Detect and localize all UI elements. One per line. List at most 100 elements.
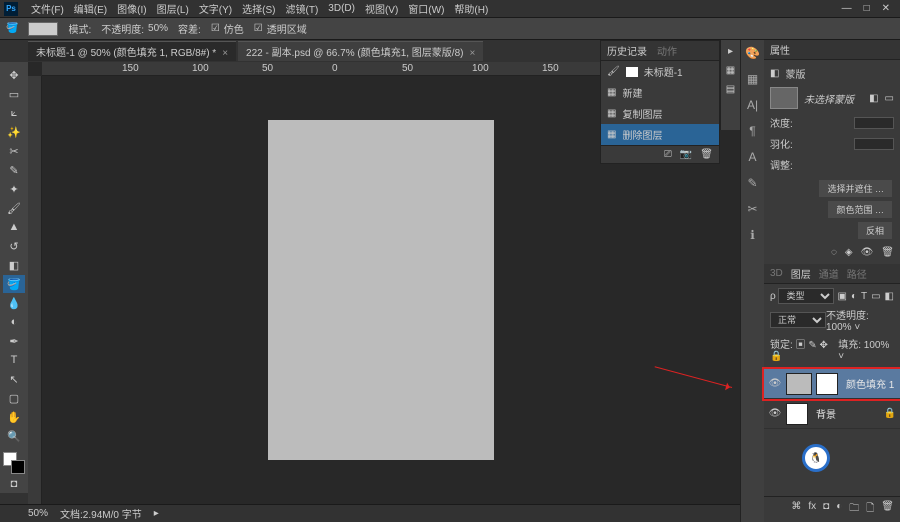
bucket-tool[interactable]: 🪣 xyxy=(3,275,25,293)
layer-opacity-value[interactable]: 100% xyxy=(826,322,852,333)
layer-mask-thumbnail[interactable] xyxy=(816,373,838,395)
actions-tab[interactable]: 动作 xyxy=(657,43,677,58)
filter-type-icon[interactable]: T xyxy=(861,291,867,302)
eyedropper-tool[interactable]: ✎ xyxy=(3,161,25,179)
layer-name[interactable]: 背景 xyxy=(816,406,836,421)
history-snapshot[interactable]: 🖌 未标题-1 xyxy=(601,61,719,82)
wand-tool[interactable]: ✨ xyxy=(3,123,25,141)
channels-tab[interactable]: 通道 xyxy=(819,266,839,281)
layers-tab[interactable]: 图层 xyxy=(791,266,811,281)
doc-tab-1[interactable]: 未标题-1 @ 50% (颜色填充 1, RGB/8#) *× xyxy=(28,41,236,61)
add-mask-icon[interactable]: ◘ xyxy=(823,501,829,518)
menu-help[interactable]: 帮助(H) xyxy=(449,1,493,16)
close-icon[interactable]: ✕ xyxy=(882,3,890,14)
zoom-tool[interactable]: 🔍 xyxy=(3,427,25,445)
select-mask-button[interactable]: 选择并遮住 … xyxy=(819,180,892,197)
strip-paragraph-icon[interactable]: ¶ xyxy=(749,124,755,138)
history-step[interactable]: ▦ 复制图层 xyxy=(601,103,719,124)
strip-char-styles-icon[interactable]: ✎ xyxy=(747,176,757,190)
strip-text-icon[interactable]: A| xyxy=(747,98,758,112)
strip-brush-icon[interactable]: ✂ xyxy=(747,202,757,216)
menu-view[interactable]: 视图(V) xyxy=(360,1,403,16)
opacity-value[interactable]: 50% xyxy=(148,23,168,34)
minimize-icon[interactable]: — xyxy=(842,3,852,14)
marquee-tool[interactable]: ▭ xyxy=(3,85,25,103)
swatches-icon[interactable]: ▦ xyxy=(726,65,735,76)
pen-tool[interactable]: ✒ xyxy=(3,332,25,350)
grid-icon[interactable]: ▤ xyxy=(726,84,735,95)
history-trash-icon[interactable]: 🗑 xyxy=(700,149,713,160)
filter-pixel-icon[interactable]: ▣ xyxy=(837,291,846,302)
close-tab-icon[interactable]: × xyxy=(469,48,475,59)
layer-color-fill[interactable]: 👁 颜色填充 1 xyxy=(764,369,900,399)
transparent-check[interactable]: ☑ 透明区域 xyxy=(254,21,307,36)
invert-button[interactable]: 反相 xyxy=(858,222,892,239)
3d-tab[interactable]: 3D xyxy=(770,268,783,279)
apply-mask-icon[interactable]: ◈ xyxy=(845,247,853,258)
maximize-icon[interactable]: □ xyxy=(864,3,870,14)
color-range-button[interactable]: 颜色范围 … xyxy=(828,201,892,218)
strip-info-icon[interactable]: ℹ xyxy=(750,228,755,242)
delete-layer-icon[interactable]: 🗑 xyxy=(881,501,894,518)
filter-smart-icon[interactable]: ◧ xyxy=(885,291,894,302)
menu-select[interactable]: 选择(S) xyxy=(237,1,280,16)
visibility-icon[interactable]: 👁 xyxy=(768,378,782,389)
mask-thumbnail[interactable] xyxy=(770,87,798,109)
filter-shape-icon[interactable]: ▭ xyxy=(871,291,880,302)
type-tool[interactable]: T xyxy=(3,351,25,369)
close-tab-icon[interactable]: × xyxy=(222,48,228,59)
delete-mask-icon[interactable]: 🗑 xyxy=(881,247,894,258)
disable-mask-icon[interactable]: 👁 xyxy=(861,247,874,258)
strip-character-icon[interactable]: A xyxy=(748,150,756,164)
paths-tab[interactable]: 路径 xyxy=(847,266,867,281)
doc-info[interactable]: 文档:2.94M/0 字节 xyxy=(60,506,142,521)
feather-input[interactable] xyxy=(854,138,894,150)
menu-window[interactable]: 窗口(W) xyxy=(403,1,449,16)
visibility-icon[interactable]: 👁 xyxy=(768,408,782,419)
menu-image[interactable]: 图像(I) xyxy=(112,1,151,16)
new-layer-icon[interactable]: 🗋 xyxy=(866,501,874,518)
dodge-tool[interactable]: ◐ xyxy=(3,313,25,331)
layer-fx-icon[interactable]: fx xyxy=(808,501,816,518)
group-icon[interactable]: 🗀 xyxy=(849,501,859,518)
blur-tool[interactable]: 💧 xyxy=(3,294,25,312)
lasso-tool[interactable]: ⟀ xyxy=(3,104,25,122)
menu-type[interactable]: 文字(Y) xyxy=(194,1,237,16)
stamp-tool[interactable]: ▲ xyxy=(3,218,25,236)
brush-tool[interactable]: 🖌 xyxy=(3,199,25,217)
layer-thumbnail[interactable] xyxy=(786,403,808,425)
document-canvas[interactable] xyxy=(268,120,494,460)
play-icon[interactable]: ▸ xyxy=(728,46,733,57)
zoom-level[interactable]: 50% xyxy=(28,508,48,519)
shape-tool[interactable]: ▢ xyxy=(3,389,25,407)
properties-tab[interactable]: 属性 xyxy=(770,42,790,57)
layer-background[interactable]: 👁 背景 🔒 xyxy=(764,399,900,429)
doc-tab-2[interactable]: 222 - 副本.psd @ 66.7% (颜色填充1, 图层蒙版/8)× xyxy=(238,41,483,61)
fill-value[interactable]: 100% xyxy=(864,340,890,351)
load-selection-icon[interactable]: ◌ xyxy=(831,247,837,258)
menu-file[interactable]: 文件(F) xyxy=(26,1,69,16)
vector-mask-icon[interactable]: ▭ xyxy=(885,93,894,104)
layer-filter-kind[interactable]: 类型 xyxy=(778,288,834,304)
foreground-swatch[interactable] xyxy=(28,22,58,36)
menu-3d[interactable]: 3D(D) xyxy=(323,3,360,14)
path-tool[interactable]: ↖ xyxy=(3,370,25,388)
history-step-current[interactable]: ▦ 删除图层 xyxy=(601,124,719,145)
move-tool[interactable]: ✥ xyxy=(3,66,25,84)
strip-swatches-icon[interactable]: ▦ xyxy=(747,72,758,86)
menu-filter[interactable]: 滤镜(T) xyxy=(281,1,324,16)
pixel-mask-icon[interactable]: ◧ xyxy=(869,93,878,104)
link-layers-icon[interactable]: ⌘ xyxy=(791,501,801,518)
color-swatches[interactable] xyxy=(3,452,25,474)
density-input[interactable] xyxy=(854,117,894,129)
quickmask-tool[interactable]: ◘ xyxy=(3,475,25,493)
antialias-check[interactable]: ☑ 仿色 xyxy=(211,21,244,36)
hand-tool[interactable]: ✋ xyxy=(3,408,25,426)
history-brush-tool[interactable]: ↺ xyxy=(3,237,25,255)
eraser-tool[interactable]: ◧ xyxy=(3,256,25,274)
menu-layer[interactable]: 图层(L) xyxy=(152,1,194,16)
history-step[interactable]: ▦ 新建 xyxy=(601,82,719,103)
status-chevron-icon[interactable]: ▸ xyxy=(154,508,159,519)
layer-thumbnail[interactable] xyxy=(786,373,812,395)
history-snapshot-icon[interactable]: ⎚ xyxy=(664,149,672,160)
